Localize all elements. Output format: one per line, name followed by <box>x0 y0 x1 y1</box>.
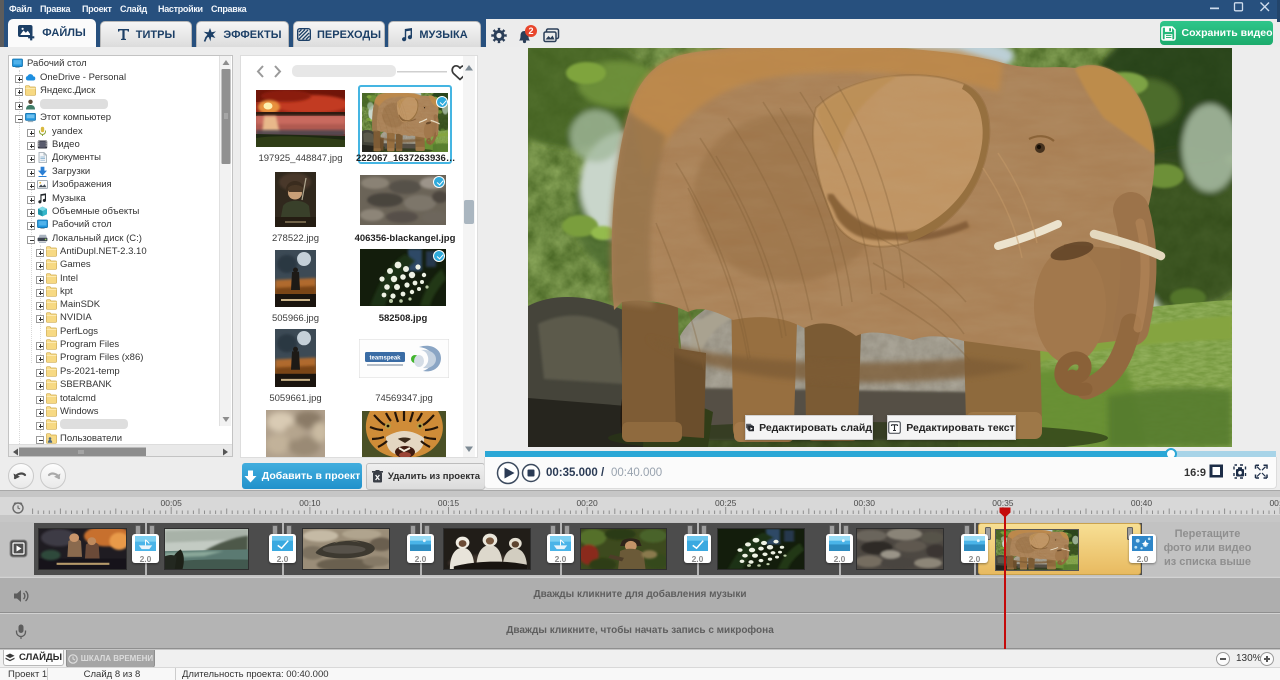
svg-text:00:25: 00:25 <box>715 498 737 508</box>
svg-text:00:30: 00:30 <box>854 498 876 508</box>
svg-text:00:20: 00:20 <box>576 498 598 508</box>
svg-text:00:40: 00:40 <box>1131 498 1153 508</box>
svg-text:2: 2 <box>528 26 533 36</box>
svg-text:00:15: 00:15 <box>438 498 460 508</box>
svg-text:00:10: 00:10 <box>299 498 321 508</box>
svg-text:00:05: 00:05 <box>161 498 183 508</box>
svg-text:00:45: 00:45 <box>1269 498 1280 508</box>
